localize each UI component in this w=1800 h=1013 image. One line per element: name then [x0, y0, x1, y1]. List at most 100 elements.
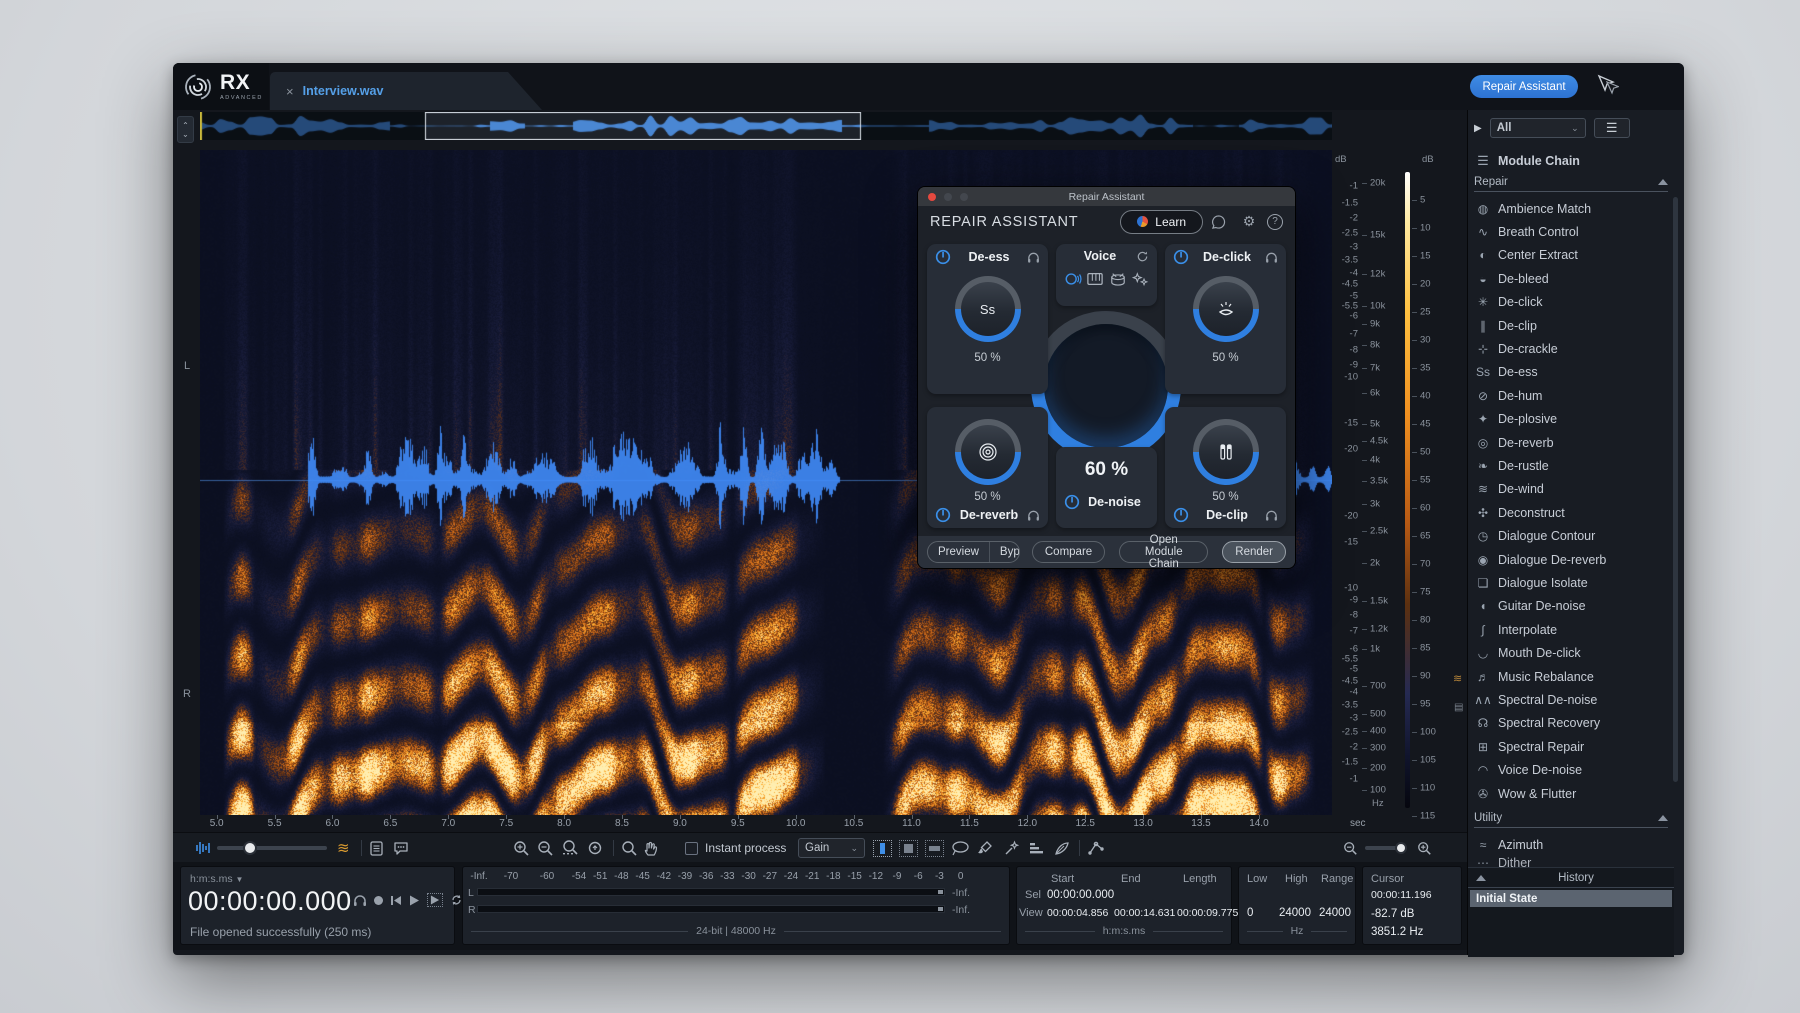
meter-options-icon[interactable]: ▤ [1454, 702, 1463, 713]
settings-gear-icon[interactable]: ⚙ [1239, 213, 1259, 230]
sidebar-item-voice-de-noise[interactable]: ◠Voice De-noise [1468, 759, 1668, 782]
meters-block[interactable]: -Inf.-70-60-54-51-48-45-42-39-36-33-30-2… [462, 866, 1010, 945]
sidebar-item-guitar-de-noise[interactable]: ◖Guitar De-noise [1468, 595, 1668, 618]
frequency-selection-tool[interactable] [925, 837, 944, 859]
sidebar-item-de-click[interactable]: ✳De-click [1468, 291, 1668, 314]
play-selection-button[interactable] [427, 893, 443, 907]
module-filter-select[interactable]: All ⌄ [1490, 118, 1586, 138]
tab-close-icon[interactable]: × [286, 84, 294, 99]
sidebar-item-de-reverb[interactable]: ◎De-reverb [1468, 431, 1668, 454]
sidebar-item-interpolate[interactable]: ∫Interpolate [1468, 618, 1668, 641]
sidebar-item-de-crackle[interactable]: ⊹De-crackle [1468, 337, 1668, 360]
learn-button[interactable]: Learn [1120, 210, 1203, 234]
hzoom-slider[interactable] [1365, 837, 1407, 859]
minimize-traffic-light[interactable] [944, 193, 952, 201]
zoom-out-icon[interactable] [537, 837, 554, 859]
sidebar-item-de-bleed[interactable]: ◒De-bleed [1468, 267, 1668, 290]
ruler-expand-widget[interactable]: ⌃⌃ [177, 116, 194, 143]
de-reverb-monitor-icon[interactable] [1027, 509, 1040, 522]
view-length-value[interactable]: 00:00:09.775 [1177, 907, 1238, 919]
music-type-icon[interactable] [1086, 271, 1104, 287]
de-click-power-icon[interactable] [1173, 249, 1189, 265]
history-item[interactable]: Initial State [1470, 890, 1672, 907]
low-value[interactable]: 0 [1247, 907, 1253, 919]
sidebar-scrollbar[interactable] [1673, 197, 1678, 782]
magnify-tool-icon[interactable] [621, 837, 638, 859]
view-end-value[interactable]: 00:00:14.631 [1114, 907, 1175, 919]
panel-collapse-icon[interactable]: ▶ [1474, 123, 1482, 134]
sidebar-item-azimuth[interactable]: ≈Azimuth [1468, 833, 1668, 856]
cursor-pair-icon[interactable] [1593, 74, 1619, 98]
help-icon[interactable]: ? [1267, 214, 1283, 230]
section-header-utility[interactable]: Utility [1474, 808, 1668, 828]
voice-type-icon[interactable] [1064, 270, 1082, 288]
spectrogram-options-icon[interactable]: ≋ [1453, 672, 1462, 685]
module-menu-button[interactable]: ☰ [1594, 118, 1630, 138]
sidebar-item-de-rustle[interactable]: ❧De-rustle [1468, 454, 1668, 477]
process-select[interactable]: Gain⌄ [798, 837, 865, 859]
waveform-display-icon[interactable] [195, 837, 211, 859]
brush-selection-tool[interactable] [977, 837, 994, 859]
record-button[interactable] [374, 896, 383, 905]
denoise-main-knob[interactable] [1031, 311, 1181, 461]
de-ess-monitor-icon[interactable] [1027, 251, 1040, 264]
de-noise-power-icon[interactable] [1064, 494, 1080, 510]
waveform-spectrogram-blend-slider[interactable] [217, 837, 327, 859]
sidebar-item-breath-control[interactable]: ∿Breath Control [1468, 220, 1668, 243]
sidebar-item-de-clip[interactable]: ∥De-clip [1468, 314, 1668, 337]
hzoom-in-icon[interactable] [1417, 837, 1432, 859]
section-header-repair[interactable]: Repair [1474, 172, 1668, 192]
feedback-bubble-icon[interactable] [393, 837, 409, 859]
open-module-chain-button[interactable]: Open Module Chain [1119, 541, 1208, 563]
render-button[interactable]: Render [1222, 541, 1286, 563]
sel-start-value[interactable]: 00:00:00.000 [1047, 889, 1114, 901]
zoom-reset-icon[interactable] [587, 837, 604, 859]
lasso-selection-tool[interactable] [951, 837, 970, 859]
feather-tool[interactable] [1053, 837, 1070, 859]
preview-button[interactable]: Preview [928, 542, 990, 562]
instant-process-checkbox[interactable] [685, 842, 698, 855]
tab-interview-wav[interactable]: × Interview.wav [270, 72, 542, 110]
sidebar-item-center-extract[interactable]: ◐Center Extract [1468, 244, 1668, 267]
de-reverb-power-icon[interactable] [935, 507, 951, 523]
play-button[interactable] [409, 895, 420, 906]
sidebar-item-de-hum[interactable]: ⊘De-hum [1468, 384, 1668, 407]
sidebar-item-wow-flutter[interactable]: ✇Wow & Flutter [1468, 782, 1668, 805]
history-collapse-icon[interactable] [1476, 875, 1486, 881]
relearn-icon[interactable] [1136, 250, 1149, 263]
zoom-selection-icon[interactable] [561, 837, 580, 859]
hand-tool-icon[interactable] [643, 837, 660, 859]
zoom-in-icon[interactable] [513, 837, 530, 859]
de-clip-knob[interactable] [1193, 419, 1259, 485]
percussion-type-icon[interactable] [1109, 271, 1127, 287]
de-click-monitor-icon[interactable] [1265, 251, 1278, 264]
feedback-bubble-icon[interactable] [1211, 215, 1231, 229]
sidebar-item-dialogue-de-reverb[interactable]: ◉Dialogue De-reverb [1468, 548, 1668, 571]
compare-button[interactable]: Compare [1032, 541, 1105, 563]
dialog-titlebar[interactable]: Repair Assistant [918, 187, 1295, 206]
hzoom-out-icon[interactable] [1343, 837, 1358, 859]
range-value[interactable]: 24000 [1319, 907, 1351, 919]
de-ess-knob[interactable]: Ss [955, 276, 1021, 342]
de-click-knob[interactable] [1193, 276, 1259, 342]
time-selection-tool[interactable] [873, 837, 892, 859]
curve-tool[interactable] [1087, 837, 1106, 859]
close-traffic-light[interactable] [928, 193, 936, 201]
monitor-icon[interactable] [353, 894, 367, 907]
time-frequency-selection-tool[interactable] [899, 837, 918, 859]
spectrogram-display-icon[interactable]: ≋ [337, 837, 350, 859]
view-start-value[interactable]: 00:00:04.856 [1047, 907, 1108, 919]
magic-wand-tool[interactable] [1003, 837, 1020, 859]
sidebar-item-music-rebalance[interactable]: ♬Music Rebalance [1468, 665, 1668, 688]
sidebar-item-dialogue-isolate[interactable]: ❏Dialogue Isolate [1468, 571, 1668, 594]
sidebar-item-de-ess[interactable]: SsDe-ess [1468, 361, 1668, 384]
zoom-traffic-light[interactable] [960, 193, 968, 201]
session-notes-icon[interactable] [369, 837, 384, 859]
sidebar-item-ambience-match[interactable]: ◍Ambience Match [1468, 197, 1668, 220]
de-clip-monitor-icon[interactable] [1265, 509, 1278, 522]
sidebar-item-mouth-de-click[interactable]: ◡Mouth De-click [1468, 642, 1668, 665]
repair-assistant-button[interactable]: Repair Assistant [1470, 75, 1578, 98]
sidebar-item-dialogue-contour[interactable]: ◷Dialogue Contour [1468, 525, 1668, 548]
bypass-button[interactable]: Bypass [990, 542, 1020, 562]
sidebar-item-deconstruct[interactable]: ✣Deconstruct [1468, 501, 1668, 524]
